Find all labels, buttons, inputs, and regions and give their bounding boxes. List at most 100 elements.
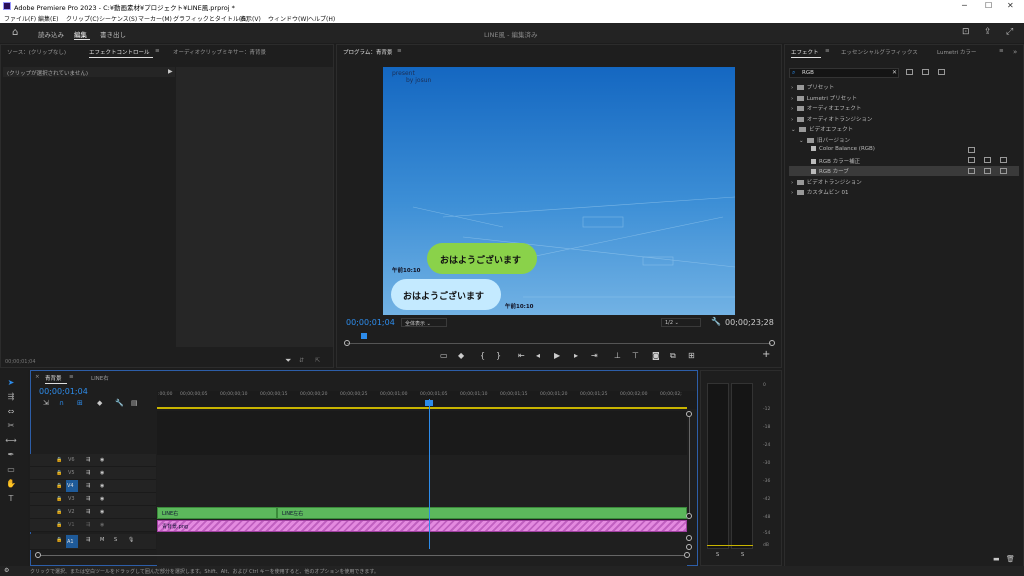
- accelerated-filter-icon[interactable]: [906, 69, 913, 75]
- tree-item-presets[interactable]: › プリセット: [791, 83, 834, 91]
- menu-edit[interactable]: 編集(E): [38, 14, 58, 23]
- ripple-edit-tool-icon[interactable]: ⇔: [5, 407, 17, 419]
- lock-icon[interactable]: 🔒: [56, 537, 62, 543]
- 32bit-filter-icon[interactable]: [922, 69, 929, 75]
- nest-icon[interactable]: ⇲: [43, 399, 49, 407]
- tree-item-audio-effects[interactable]: › オーディオエフェクト: [791, 104, 861, 112]
- tab-sequence-line-right[interactable]: LINE右: [91, 374, 109, 382]
- add-button-icon[interactable]: +: [762, 349, 770, 360]
- tree-item-custom-bin[interactable]: › カスタムビン 01: [791, 188, 848, 196]
- effects-menu-icon[interactable]: ≡: [825, 48, 830, 54]
- tab-lumetri-color[interactable]: Lumetri カラー: [937, 48, 976, 56]
- program-timecode[interactable]: 00;00;01;04: [346, 318, 395, 327]
- maximize-icon[interactable]: ☐: [985, 1, 992, 10]
- playhead-line[interactable]: [429, 399, 430, 549]
- lift-icon[interactable]: ⊥: [614, 351, 621, 360]
- eye-icon[interactable]: ◉: [100, 496, 104, 502]
- wrench-icon[interactable]: 🔧: [711, 317, 721, 326]
- linked-selection-icon[interactable]: ⊞: [77, 399, 83, 407]
- go-to-out-icon[interactable]: ⇥: [591, 351, 598, 360]
- snap-icon[interactable]: ∩: [59, 399, 64, 407]
- mic-icon[interactable]: 🎙: [128, 537, 134, 543]
- menu-sequence[interactable]: シーケンス(S): [99, 14, 137, 23]
- tab-essential-graphics[interactable]: エッセンシャルグラフィックス: [841, 48, 918, 56]
- scrubber-track[interactable]: [347, 343, 771, 344]
- menu-help[interactable]: ヘルプ(H): [308, 14, 335, 23]
- tree-item-rgb-curves[interactable]: RGB カーブ: [811, 167, 849, 175]
- tree-item-video-transitions[interactable]: › ビデオトランジション: [791, 178, 862, 186]
- eye-icon[interactable]: ◉: [100, 509, 104, 515]
- tab-import[interactable]: 読み込み: [38, 29, 64, 39]
- menu-window[interactable]: ウィンドウ(W): [268, 14, 309, 23]
- hand-tool-icon[interactable]: ✋: [5, 479, 17, 491]
- sync-icon[interactable]: ⇶: [86, 457, 90, 463]
- effects-search[interactable]: ⌕ RGB ✕: [789, 68, 899, 78]
- audio-scroll-bottom[interactable]: [686, 544, 692, 550]
- sort-icon[interactable]: ⇵: [299, 357, 304, 364]
- track-header-v2[interactable]: 🔒 V2 ⇶ ◉: [30, 506, 156, 519]
- tree-item-color-balance[interactable]: Color Balance (RGB): [811, 146, 875, 152]
- lock-icon[interactable]: 🔒: [56, 496, 62, 502]
- scrubber-end[interactable]: [769, 340, 775, 346]
- marker-icon[interactable]: ◆: [97, 399, 102, 407]
- solo-right-button[interactable]: S: [741, 552, 744, 558]
- tree-item-audio-transitions[interactable]: › オーディオトランジション: [791, 115, 872, 123]
- fullscreen-icon[interactable]: ⤢: [1006, 27, 1013, 37]
- rectangle-tool-icon[interactable]: ▭: [5, 465, 17, 477]
- share-icon[interactable]: ⇪: [984, 27, 992, 37]
- tree-item-obsolete[interactable]: ⌄ 旧バージョン: [799, 136, 850, 144]
- tab-source[interactable]: ソース：(クリップなし): [7, 48, 66, 56]
- track-header-v6[interactable]: 🔒 V6 ⇶ ◉: [30, 454, 156, 467]
- add-marker-icon[interactable]: ◆: [458, 351, 464, 360]
- camera-icon[interactable]: ◙: [652, 351, 660, 360]
- sync-icon[interactable]: ⇶: [86, 522, 90, 528]
- tree-item-lumetri-presets[interactable]: › Lumetri プリセット: [791, 94, 857, 102]
- sync-icon[interactable]: ⇶: [86, 509, 90, 515]
- v-scroll-bottom[interactable]: [686, 513, 692, 519]
- yuv-filter-icon[interactable]: [938, 69, 945, 75]
- close-sequence-icon[interactable]: ×: [35, 374, 40, 380]
- tree-item-rgb-color-corrector[interactable]: RGB カラー補正: [811, 157, 860, 165]
- slip-tool-icon[interactable]: ⟷: [5, 436, 17, 448]
- captions-icon[interactable]: ▤: [131, 399, 138, 407]
- delete-icon[interactable]: 🗑: [1006, 555, 1015, 563]
- go-to-in-icon[interactable]: ⇤: [518, 351, 525, 360]
- clip-line-right[interactable]: LINE右: [157, 507, 277, 519]
- eye-icon[interactable]: ◉: [100, 522, 104, 528]
- track-header-v5[interactable]: 🔒 V5 ⇶ ◉: [30, 467, 156, 480]
- eye-icon[interactable]: ◉: [100, 457, 104, 463]
- tab-edit[interactable]: 編集: [74, 29, 87, 39]
- menu-clip[interactable]: クリップ(C): [66, 14, 99, 23]
- clip-blue-background[interactable]: 青背景.png: [157, 520, 687, 532]
- extract-icon[interactable]: ⊤: [632, 351, 639, 360]
- step-back-icon[interactable]: ◂: [536, 351, 540, 360]
- track-header-v3[interactable]: 🔒 V3 ⇶ ◉: [30, 493, 156, 506]
- type-tool-icon[interactable]: T: [5, 494, 17, 506]
- settings-wrench-icon[interactable]: 🔧: [115, 399, 124, 407]
- mark-in-icon[interactable]: {: [480, 351, 485, 360]
- audio-scroll-top[interactable]: [686, 535, 692, 541]
- tab-effects[interactable]: エフェクト: [791, 48, 819, 56]
- track-header-v1[interactable]: 🔒 V1 ⇶ ◉: [30, 519, 156, 532]
- work-area-bar[interactable]: [157, 407, 687, 409]
- multi-view-icon[interactable]: ⊞: [688, 351, 695, 360]
- selection-tool-icon[interactable]: ➤: [5, 378, 17, 390]
- play-icon[interactable]: ▶: [554, 351, 560, 360]
- h-scrollbar[interactable]: [41, 555, 684, 556]
- quality-dropdown[interactable]: 1/2 ⌄: [661, 318, 701, 327]
- track-select-tool-icon[interactable]: ⇶: [5, 392, 17, 404]
- scrubber-start[interactable]: [344, 340, 350, 346]
- timeline-timecode[interactable]: 00;00;01;04: [39, 387, 88, 396]
- eye-icon[interactable]: ◉: [100, 470, 104, 476]
- clip-line-left-right[interactable]: LINE左右: [277, 507, 687, 519]
- lock-icon[interactable]: 🔒: [56, 483, 62, 489]
- lock-icon[interactable]: 🔒: [56, 457, 62, 463]
- tab-audio-clip-mixer[interactable]: オーディオクリップミキサー：青背景: [173, 48, 266, 56]
- workspace-icon[interactable]: ⊡: [962, 27, 970, 37]
- mute-icon[interactable]: M: [100, 537, 104, 543]
- search-input[interactable]: RGB: [802, 70, 814, 76]
- menu-file[interactable]: ファイル(F): [4, 14, 36, 23]
- pen-tool-icon[interactable]: ✒: [5, 450, 17, 462]
- lock-icon[interactable]: 🔒: [56, 522, 62, 528]
- razor-tool-icon[interactable]: ✂: [5, 421, 17, 433]
